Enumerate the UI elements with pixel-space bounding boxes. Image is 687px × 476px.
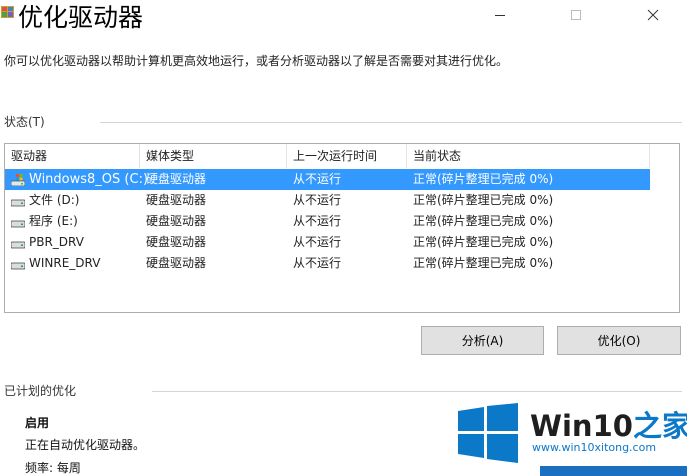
drive-cell: WINRE_DRV [11, 253, 100, 274]
optimize-button[interactable]: 优化(O) [557, 326, 681, 355]
system-drive-icon [11, 173, 25, 186]
watermark-brand-prefix: Win10 [530, 409, 633, 443]
hard-drive-icon [11, 241, 25, 248]
drive-last-run: 从不运行 [293, 193, 342, 207]
drive-name: Windows8_OS (C:) [29, 172, 149, 187]
drive-current-status: 正常(碎片整理已完成 0%) [413, 235, 554, 249]
schedule-state: 启用 [25, 416, 50, 430]
status-section-label: 状态(T) [4, 115, 45, 129]
drive-list[interactable]: 驱动器 媒体类型 上一次运行时间 当前状态 Windows8_OS (C:) 硬… [4, 143, 680, 313]
close-icon [647, 9, 659, 21]
column-header-drive[interactable]: 驱动器 [5, 144, 140, 168]
drive-cell: 程序 (E:) [11, 211, 78, 232]
scheduled-divider [152, 391, 682, 392]
drive-media-type: 硬盘驱动器 [146, 193, 207, 207]
window-title: 优化驱动器 [18, 3, 144, 32]
page-description: 你可以优化驱动器以帮助计算机更高效地运行，或者分析驱动器以了解是否需要对其进行优… [4, 54, 509, 68]
drive-media-type: 硬盘驱动器 [146, 172, 207, 186]
drive-row-c[interactable]: Windows8_OS (C:) 硬盘驱动器 从不运行 正常(碎片整理已完成 0… [5, 169, 650, 190]
drive-last-run: 从不运行 [293, 256, 342, 270]
hard-drive-icon [11, 262, 25, 269]
windows-logo-icon [458, 403, 518, 463]
drive-last-run: 从不运行 [293, 172, 342, 186]
drive-cell: 文件 (D:) [11, 190, 79, 211]
column-header-current-status[interactable]: 当前状态 [407, 144, 650, 168]
minimize-icon [495, 15, 505, 16]
drive-current-status: 正常(碎片整理已完成 0%) [413, 193, 554, 207]
drive-row-e[interactable]: 程序 (E:) 硬盘驱动器 从不运行 正常(碎片整理已完成 0%) [5, 211, 650, 232]
close-button[interactable] [630, 0, 676, 30]
column-header-last-run[interactable]: 上一次运行时间 [287, 144, 407, 168]
watermark-url: www.win10xitong.com [532, 441, 657, 454]
maximize-icon [571, 10, 581, 20]
drive-row-pbr[interactable]: PBR_DRV 硬盘驱动器 从不运行 正常(碎片整理已完成 0%) [5, 232, 650, 253]
drive-media-type: 硬盘驱动器 [146, 256, 207, 270]
drive-last-run: 从不运行 [293, 214, 342, 228]
hard-drive-icon [11, 199, 25, 206]
scheduled-section-label: 已计划的优化 [4, 384, 77, 398]
watermark-brand: Win10之家 [530, 403, 687, 445]
maximize-button[interactable] [553, 0, 599, 30]
analyze-button[interactable]: 分析(A) [421, 326, 544, 355]
status-divider [100, 122, 682, 123]
drive-last-run: 从不运行 [293, 235, 342, 249]
hard-drive-icon [11, 220, 25, 227]
watermark-strip [540, 466, 687, 476]
drive-name: 程序 (E:) [29, 214, 78, 228]
watermark-brand-suffix: 之家 [632, 409, 687, 443]
drive-current-status: 正常(碎片整理已完成 0%) [413, 172, 554, 186]
drive-name: PBR_DRV [29, 235, 84, 249]
drive-list-header: 驱动器 媒体类型 上一次运行时间 当前状态 [5, 144, 650, 168]
minimize-button[interactable] [477, 0, 523, 30]
drive-name: 文件 (D:) [29, 193, 80, 207]
drive-current-status: 正常(碎片整理已完成 0%) [413, 214, 554, 228]
drive-row-d[interactable]: 文件 (D:) 硬盘驱动器 从不运行 正常(碎片整理已完成 0%) [5, 190, 650, 211]
drive-cell: Windows8_OS (C:) [11, 169, 148, 190]
schedule-description: 正在自动优化驱动器。 [25, 438, 146, 452]
drive-name: WINRE_DRV [29, 256, 101, 270]
defrag-app-icon [1, 6, 14, 18]
drive-row-winre[interactable]: WINRE_DRV 硬盘驱动器 从不运行 正常(碎片整理已完成 0%) [5, 253, 650, 274]
drive-current-status: 正常(碎片整理已完成 0%) [413, 256, 554, 270]
drive-media-type: 硬盘驱动器 [146, 235, 207, 249]
column-header-media-type[interactable]: 媒体类型 [140, 144, 287, 168]
schedule-frequency: 频率: 每周 [25, 461, 81, 475]
drive-media-type: 硬盘驱动器 [146, 214, 207, 228]
drive-cell: PBR_DRV [11, 232, 84, 253]
